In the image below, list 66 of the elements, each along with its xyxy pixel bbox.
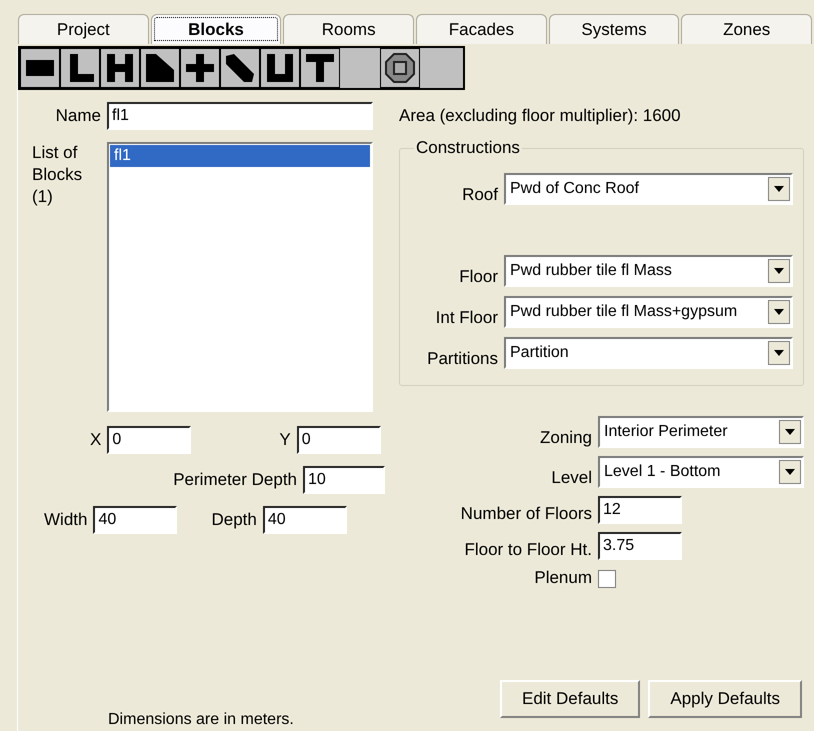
field-label: Number of Floors bbox=[460, 504, 593, 524]
shape-button[interactable] bbox=[180, 48, 220, 88]
shape-button[interactable] bbox=[20, 48, 60, 88]
shape-button[interactable] bbox=[100, 48, 140, 88]
field-label: Y bbox=[279, 430, 292, 450]
tab[interactable]: Project bbox=[18, 14, 149, 44]
field-label: Roof bbox=[461, 185, 499, 205]
area-text: Area (excluding floor multiplier): 1600 bbox=[399, 106, 682, 126]
group-title: Constructions bbox=[415, 138, 521, 158]
x-field[interactable]: 0 bbox=[107, 426, 192, 454]
tab[interactable]: Zones bbox=[681, 14, 812, 44]
name-field[interactable]: fl1 bbox=[107, 102, 373, 130]
tab[interactable]: Systems bbox=[548, 14, 680, 44]
note-text: Dimensions are in meters. bbox=[108, 711, 294, 729]
field-label: Plenum bbox=[533, 568, 593, 588]
caret-icon[interactable] bbox=[768, 259, 790, 283]
defaults-button[interactable]: Edit Defaults bbox=[500, 680, 640, 718]
dropdown[interactable]: Interior Perimeter bbox=[598, 416, 804, 448]
perimeter-depth-field[interactable]: 10 bbox=[303, 466, 385, 494]
tab[interactable]: Blocks bbox=[150, 14, 282, 44]
defaults-button[interactable]: Apply Defaults bbox=[648, 680, 802, 718]
depth-field[interactable]: 40 bbox=[262, 506, 347, 534]
cross-icon bbox=[184, 52, 216, 84]
field-label: Floor bbox=[458, 267, 499, 287]
dropdown[interactable]: Level 1 - Bottom bbox=[598, 456, 804, 488]
field-label: Level bbox=[550, 468, 593, 488]
shape-button[interactable] bbox=[60, 48, 100, 88]
h-shape-icon bbox=[104, 52, 136, 84]
blocks-list[interactable]: fl1 bbox=[107, 142, 373, 412]
list-item[interactable]: fl1 bbox=[110, 145, 370, 167]
caret-icon[interactable] bbox=[768, 177, 790, 201]
y-field[interactable]: 0 bbox=[296, 426, 381, 454]
shape-button[interactable] bbox=[220, 48, 260, 88]
caret-icon[interactable] bbox=[779, 460, 801, 484]
t-shape-icon bbox=[304, 52, 336, 84]
trapezoid-icon bbox=[144, 52, 176, 84]
field-label: Floor to Floor Ht. bbox=[463, 540, 593, 560]
u-shape-icon bbox=[264, 52, 296, 84]
shape-button[interactable] bbox=[380, 48, 420, 88]
field-label: Perimeter Depth bbox=[173, 470, 298, 490]
width-field[interactable]: 40 bbox=[93, 506, 178, 534]
field-label: Width bbox=[44, 510, 88, 530]
dropdown[interactable]: Pwd of Conc Roof bbox=[504, 173, 793, 205]
shape-button[interactable] bbox=[300, 48, 340, 88]
dropdown[interactable]: Pwd rubber tile fl Mass bbox=[504, 255, 793, 287]
tab[interactable]: Facades bbox=[416, 14, 547, 44]
checkbox[interactable] bbox=[598, 570, 616, 588]
caret-icon[interactable] bbox=[768, 300, 790, 324]
field-label: Name bbox=[54, 106, 102, 126]
caret-icon[interactable] bbox=[779, 420, 801, 444]
field-label: Zoning bbox=[539, 428, 593, 448]
list-label: List of Blocks (1) bbox=[31, 142, 84, 208]
caret-icon[interactable] bbox=[768, 341, 790, 365]
dropdown[interactable]: Partition bbox=[504, 337, 793, 369]
tab[interactable]: Rooms bbox=[283, 14, 414, 44]
dropdown[interactable]: Pwd rubber tile fl Mass+gypsum bbox=[504, 296, 793, 328]
octagon-icon bbox=[384, 52, 416, 84]
field-label: Depth bbox=[211, 510, 258, 530]
field-label: Int Floor bbox=[434, 308, 499, 328]
input-field[interactable]: 3.75 bbox=[598, 532, 682, 560]
shape-button[interactable] bbox=[260, 48, 300, 88]
input-field[interactable]: 12 bbox=[598, 496, 682, 524]
diagonal-bar-icon bbox=[224, 52, 256, 84]
field-label: X bbox=[90, 430, 102, 450]
shape-button[interactable] bbox=[140, 48, 180, 88]
field-label: Partitions bbox=[426, 349, 499, 369]
